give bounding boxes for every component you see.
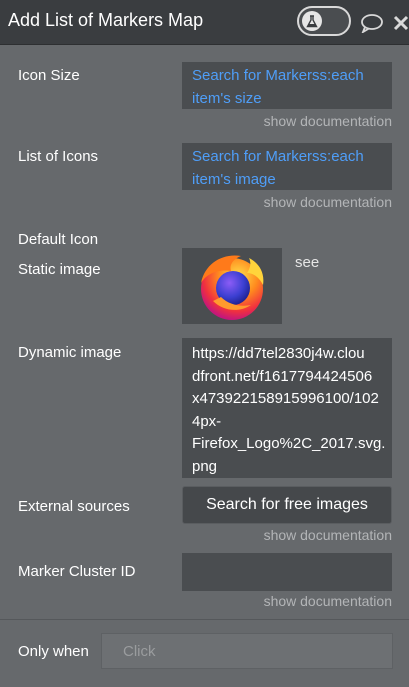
flask-icon xyxy=(302,11,322,31)
search-free-images-button[interactable]: Search for free images xyxy=(182,486,392,524)
debug-toggle[interactable] xyxy=(297,6,351,36)
list-of-icons-value-line1: Search for Markerss:each xyxy=(192,148,364,165)
dynamic-image-url-line: https://dd7tel2830j4w.clou xyxy=(192,345,365,362)
marker-cluster-show-documentation[interactable]: show documentation xyxy=(264,593,392,609)
list-of-icons-field[interactable]: Search for Markerss:each item's image xyxy=(182,143,392,190)
list-of-icons-label: List of Icons xyxy=(18,148,99,165)
icon-size-value-line1: Search for Markerss:each xyxy=(192,67,364,84)
panel-header: Add List of Markers Map xyxy=(0,0,409,45)
list-of-icons-show-documentation[interactable]: show documentation xyxy=(264,194,392,210)
see-link[interactable]: see xyxy=(295,254,319,271)
dynamic-image-url-line: dfront.net/f1617794424506 xyxy=(192,367,373,385)
only-when-label: Only when xyxy=(18,643,89,660)
external-sources-label: External sources xyxy=(18,498,130,515)
dynamic-image-url-line: Firefox_Logo%2C_2017.svg. xyxy=(192,435,386,452)
marker-cluster-id-label: Marker Cluster ID xyxy=(18,563,136,580)
list-of-icons-value-line2: item's image xyxy=(192,171,276,188)
firefox-logo-icon xyxy=(201,255,264,320)
section-divider xyxy=(0,619,409,620)
icon-size-field[interactable]: Search for Markerss:each item's size xyxy=(182,62,392,109)
default-icon-label: Default Icon xyxy=(18,231,99,248)
only-when-condition-input[interactable]: Click xyxy=(101,633,393,669)
icon-size-show-documentation[interactable]: show documentation xyxy=(264,113,392,129)
marker-cluster-id-field[interactable] xyxy=(182,553,392,591)
close-icon[interactable] xyxy=(392,12,409,34)
icon-size-label: Icon Size xyxy=(18,67,80,84)
dynamic-image-field[interactable]: https://dd7tel2830j4w.clou dfront.net/f1… xyxy=(182,338,392,478)
dynamic-image-url-line: 4px- xyxy=(192,412,222,430)
static-image-preview[interactable] xyxy=(182,248,282,324)
dynamic-image-url-line: x473922158915996100/102 xyxy=(192,390,379,407)
comment-icon[interactable] xyxy=(359,12,385,34)
panel-title: Add List of Markers Map xyxy=(8,10,204,30)
dynamic-image-url-line: png xyxy=(192,457,218,475)
static-image-label: Static image xyxy=(18,261,101,278)
icon-size-value-line2: item's size xyxy=(192,90,262,107)
dynamic-image-label: Dynamic image xyxy=(18,344,122,361)
default-icon-show-documentation[interactable]: show documentation xyxy=(264,527,392,543)
